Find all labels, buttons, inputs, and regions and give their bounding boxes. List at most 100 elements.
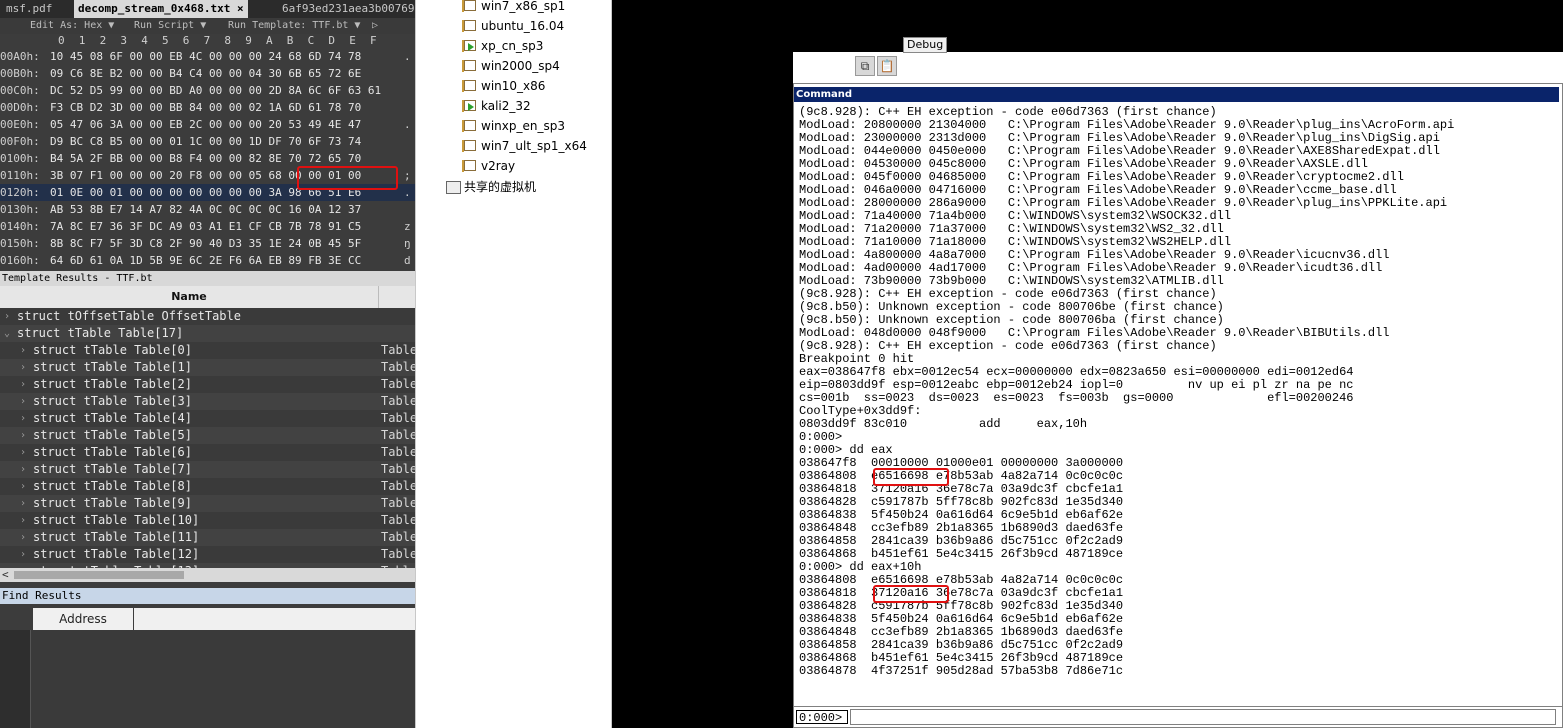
- template-row[interactable]: ⌄ struct tTable Table[17]: [0, 325, 415, 342]
- chevron-right-icon[interactable]: ›: [20, 393, 26, 410]
- template-row-value: Table: [381, 343, 415, 357]
- hex-column-label: F: [370, 34, 377, 47]
- shared-folder-icon: [446, 181, 461, 194]
- vm-list-item-label: ubuntu_16.04: [481, 19, 565, 33]
- template-row[interactable]: › struct tTable Table[10] Table: [0, 512, 415, 529]
- highlight-box: [297, 166, 398, 190]
- template-row[interactable]: › struct tTable Table[12] Table: [0, 546, 415, 563]
- close-icon[interactable]: ×: [237, 2, 244, 15]
- chevron-right-icon[interactable]: ›: [20, 495, 26, 512]
- chevron-right-icon[interactable]: ›: [4, 308, 10, 325]
- hex-row[interactable]: 0130h: AB 53 8B E7 14 A7 82 4A 0C 0C 0C 0…: [0, 201, 415, 218]
- vm-list-item-label: win10_x86: [481, 79, 546, 93]
- template-row-name: struct tTable Table[7]: [33, 462, 192, 476]
- chevron-right-icon[interactable]: ›: [20, 461, 26, 478]
- hex-row-addr: 00C0h:: [0, 84, 40, 97]
- command-window: Command (9c8.928): C++ EH exception - co…: [793, 83, 1563, 728]
- template-row[interactable]: › struct tTable Table[3] Table: [0, 393, 415, 410]
- hex-row[interactable]: 0140h: 7A 8C E7 36 3F DC A9 03 A1 E1 CF C…: [0, 218, 415, 235]
- command-output-line: 03864878 4f37251f 905d28ad 57ba53b8 7d86…: [799, 664, 1124, 678]
- run-template-dropdown[interactable]: Run Template: TTF.bt ▼: [228, 18, 360, 34]
- template-row-name: struct tTable Table[17]: [17, 326, 184, 340]
- hex-row[interactable]: 0100h: B4 5A 2F BB 00 00 B8 F4 00 00 82 8…: [0, 150, 415, 167]
- vm-running-icon: [461, 99, 476, 113]
- command-input-row: 0:000>: [794, 706, 1562, 727]
- chevron-right-icon[interactable]: ›: [20, 376, 26, 393]
- hex-row[interactable]: 00F0h: D9 BC C8 B5 00 00 01 1C 00 00 1D D…: [0, 133, 415, 150]
- template-row-value: Table: [381, 547, 415, 561]
- hex-row[interactable]: 00A0h: 10 45 08 6F 00 00 EB 4C 00 00 00 2…: [0, 48, 415, 65]
- command-input[interactable]: [850, 709, 1556, 725]
- scroll-thumb[interactable]: [14, 571, 184, 579]
- tab-decomp-stream[interactable]: decomp_stream_0x468.txt ×: [74, 0, 248, 18]
- edit-as-dropdown[interactable]: Edit As: Hex ▼: [30, 18, 114, 34]
- template-row-name: struct tTable Table[8]: [33, 479, 192, 493]
- hex-row[interactable]: 0170h: 65 83 1A 2B D3 90 68 1B FE 63 ED D…: [0, 269, 415, 270]
- template-row-value: Table: [381, 462, 415, 476]
- highlight-box: [873, 468, 949, 486]
- chevron-right-icon[interactable]: ›: [20, 546, 26, 563]
- tab-hash-file[interactable]: 6af93ed231aea3b00769fc: [278, 0, 415, 18]
- hex-row[interactable]: 00C0h: DC 52 D5 99 00 00 BD A0 00 00 00 2…: [0, 82, 415, 99]
- chevron-right-icon[interactable]: ›: [20, 529, 26, 546]
- hex-row[interactable]: 00B0h: 09 C6 8E B2 00 00 B4 C4 00 00 04 3…: [0, 65, 415, 82]
- debug-menu[interactable]: Debug: [903, 37, 948, 53]
- hex-row[interactable]: 0160h: 64 6D 61 0A 1D 5B 9E 6C 2E F6 6A E…: [0, 252, 415, 269]
- command-prompt: 0:000>: [796, 710, 848, 725]
- debugger-toolbar: ⧉ 📋: [793, 53, 1563, 83]
- template-row[interactable]: › struct tTable Table[6] Table: [0, 444, 415, 461]
- template-row[interactable]: › struct tOffsetTable OffsetTable: [0, 308, 415, 325]
- template-row[interactable]: › struct tTable Table[9] Table: [0, 495, 415, 512]
- name-column-header[interactable]: Name: [0, 286, 379, 308]
- template-row[interactable]: › struct tTable Table[2] Table: [0, 376, 415, 393]
- address-column-header[interactable]: Address: [33, 608, 133, 630]
- template-row[interactable]: › struct tTable Table[5] Table: [0, 427, 415, 444]
- vm-list-item-label: win2000_sp4: [481, 59, 560, 73]
- chevron-right-icon[interactable]: ›: [20, 512, 26, 529]
- file-tab-bar: msf.pdf decomp_stream_0x468.txt × 6af93e…: [0, 0, 415, 18]
- chevron-right-icon[interactable]: ›: [20, 410, 26, 427]
- hex-row-addr: 0150h:: [0, 237, 40, 250]
- hex-row-addr: 0120h:: [0, 186, 40, 199]
- hex-row[interactable]: 00E0h: 05 47 06 3A 00 00 EB 2C 00 00 00 2…: [0, 116, 415, 133]
- vm-icon: [461, 0, 476, 13]
- template-row[interactable]: › struct tTable Table[8] Table: [0, 478, 415, 495]
- chevron-right-icon[interactable]: ›: [20, 444, 26, 461]
- template-row[interactable]: › struct tTable Table[4] Table: [0, 410, 415, 427]
- chevron-down-icon[interactable]: ⌄: [4, 325, 10, 342]
- copy-icon[interactable]: ⧉: [855, 56, 875, 76]
- hex-row-ascii: .: [404, 186, 411, 199]
- chevron-right-icon[interactable]: ›: [20, 427, 26, 444]
- chevron-right-icon[interactable]: ›: [20, 359, 26, 376]
- vm-list-item-label: xp_cn_sp3: [481, 39, 544, 53]
- tab-decomp-stream-label: decomp_stream_0x468.txt: [78, 2, 231, 15]
- template-row-value: Table: [381, 530, 415, 544]
- hex-row[interactable]: 00D0h: F3 CB D2 3D 00 00 BB 84 00 00 02 1…: [0, 99, 415, 116]
- hex-column-label: 8: [224, 34, 232, 47]
- template-row[interactable]: › struct tTable Table[7] Table: [0, 461, 415, 478]
- chevron-right-icon[interactable]: ›: [20, 342, 26, 359]
- hex-row-ascii: z: [404, 220, 411, 233]
- template-row[interactable]: › struct tTable Table[1] Table: [0, 359, 415, 376]
- scroll-left-icon[interactable]: <: [2, 568, 9, 582]
- hex-row[interactable]: 0150h: 8B 8C F7 5F 3D C8 2F 90 40 D3 35 1…: [0, 235, 415, 252]
- run-script-dropdown[interactable]: Run Script ▼: [134, 18, 206, 34]
- hex-row-addr: 0100h:: [0, 152, 40, 165]
- template-row-name: struct tTable Table[3]: [33, 394, 192, 408]
- template-results-header: Name: [0, 286, 415, 308]
- tab-msf-pdf[interactable]: msf.pdf: [2, 0, 56, 18]
- hex-column-label: D: [328, 34, 336, 47]
- paste-icon[interactable]: 📋: [877, 56, 897, 76]
- template-row[interactable]: › struct tTable Table[0] Table: [0, 342, 415, 359]
- hex-row-bytes: 65 83 1A 2B D3 90 68 1B FE 63 ED DA 39 C…: [50, 269, 361, 270]
- hex-editor-pane: msf.pdf decomp_stream_0x468.txt × 6af93e…: [0, 0, 415, 728]
- hex-row-addr: 00E0h:: [0, 118, 40, 131]
- command-output: (9c8.928): C++ EH exception - code e06d7…: [797, 106, 1559, 706]
- template-row[interactable]: › struct tTable Table[11] Table: [0, 529, 415, 546]
- play-icon[interactable]: ▷: [372, 18, 378, 34]
- chevron-right-icon[interactable]: ›: [20, 478, 26, 495]
- hex-column-label: 0: [58, 34, 65, 47]
- template-horizontal-scrollbar[interactable]: <: [0, 568, 415, 582]
- hex-rows[interactable]: 00A0h: 10 45 08 6F 00 00 EB 4C 00 00 00 2…: [0, 48, 415, 270]
- hex-row-bytes: D9 BC C8 B5 00 00 01 1C 00 00 1D DF 70 6…: [50, 135, 362, 148]
